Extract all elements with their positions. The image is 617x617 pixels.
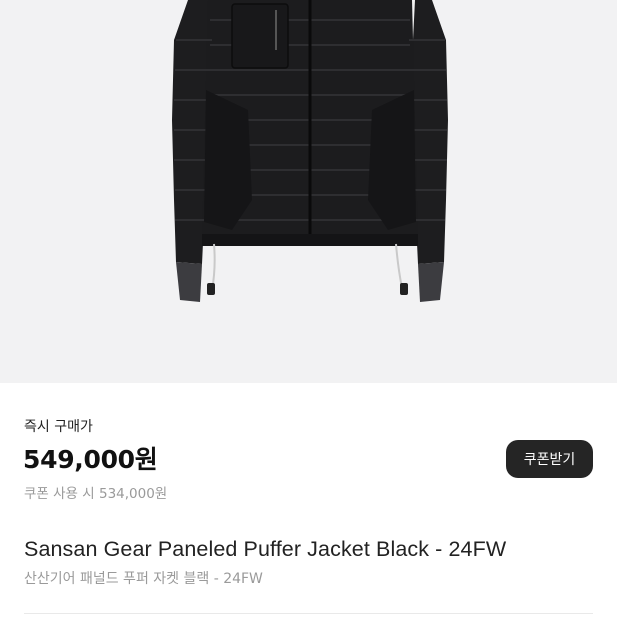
divider xyxy=(24,613,593,614)
product-image[interactable] xyxy=(0,0,617,383)
buy-now-price-label: 즉시 구매가 xyxy=(24,419,93,435)
product-subtitle: 산산기어 패널드 푸퍼 자켓 블랙 - 24FW xyxy=(24,571,263,587)
coupon-price-text: 쿠폰 사용 시 534,000원 xyxy=(24,486,168,502)
get-coupon-button[interactable]: 쿠폰받기 xyxy=(506,440,593,478)
product-title: Sansan Gear Paneled Puffer Jacket Black … xyxy=(24,537,507,561)
jacket-illustration xyxy=(172,0,448,302)
price: 549,000원 xyxy=(23,445,158,474)
